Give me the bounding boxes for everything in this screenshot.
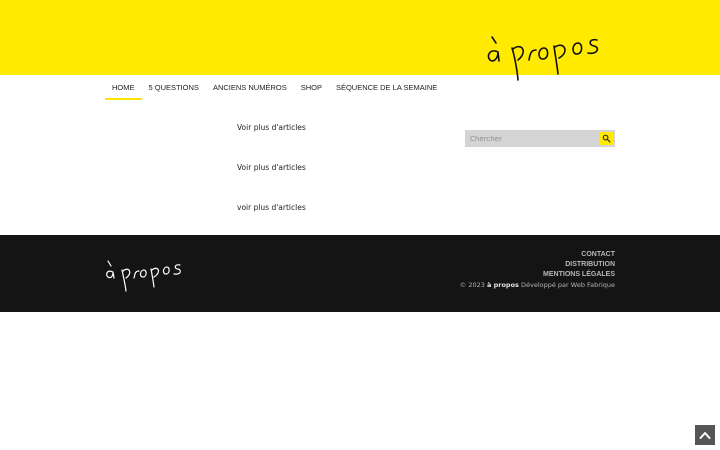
voir-plus-link[interactable]: voir plus d'articles xyxy=(237,203,306,212)
copyright-text: © 2023 à propos Développé par Web Fabriq… xyxy=(460,281,615,289)
site-logo[interactable] xyxy=(484,30,604,85)
nav-item-5-questions[interactable]: 5 QUESTIONS xyxy=(142,75,206,100)
chevron-up-icon xyxy=(699,432,711,439)
footer-link-contact[interactable]: CONTACT xyxy=(581,251,615,258)
search-icon xyxy=(602,134,611,143)
footer-link-distribution[interactable]: DISTRIBUTION xyxy=(565,261,615,268)
copyright-year: © 2023 xyxy=(459,281,485,289)
search-button[interactable] xyxy=(600,132,613,145)
voir-plus-link[interactable]: Voir plus d'articles xyxy=(237,163,306,172)
search-form xyxy=(465,130,615,147)
copyright-brand: à propos xyxy=(486,281,519,289)
footer-logo[interactable] xyxy=(104,258,184,294)
search-input[interactable] xyxy=(465,130,597,147)
nav-item-shop[interactable]: SHOP xyxy=(294,75,329,100)
nav-item-home[interactable]: HOME xyxy=(105,75,142,100)
nav-item-sequence-de-la-semaine[interactable]: SÉQUENCE DE LA SEMAINE xyxy=(329,75,444,100)
header-banner xyxy=(0,0,720,81)
main-navigation: HOME 5 QUESTIONS ANCIENS NUMÉROS SHOP SÉ… xyxy=(105,75,444,100)
footer-link-mentions-legales[interactable]: MENTIONS LÉGALES xyxy=(543,271,615,278)
developer-credit: Développé par Web Fabrique xyxy=(520,281,615,289)
scroll-to-top-button[interactable] xyxy=(695,425,715,445)
voir-plus-link[interactable]: Voir plus d'articles xyxy=(237,123,306,132)
nav-item-anciens-numeros[interactable]: ANCIENS NUMÉROS xyxy=(206,75,294,100)
